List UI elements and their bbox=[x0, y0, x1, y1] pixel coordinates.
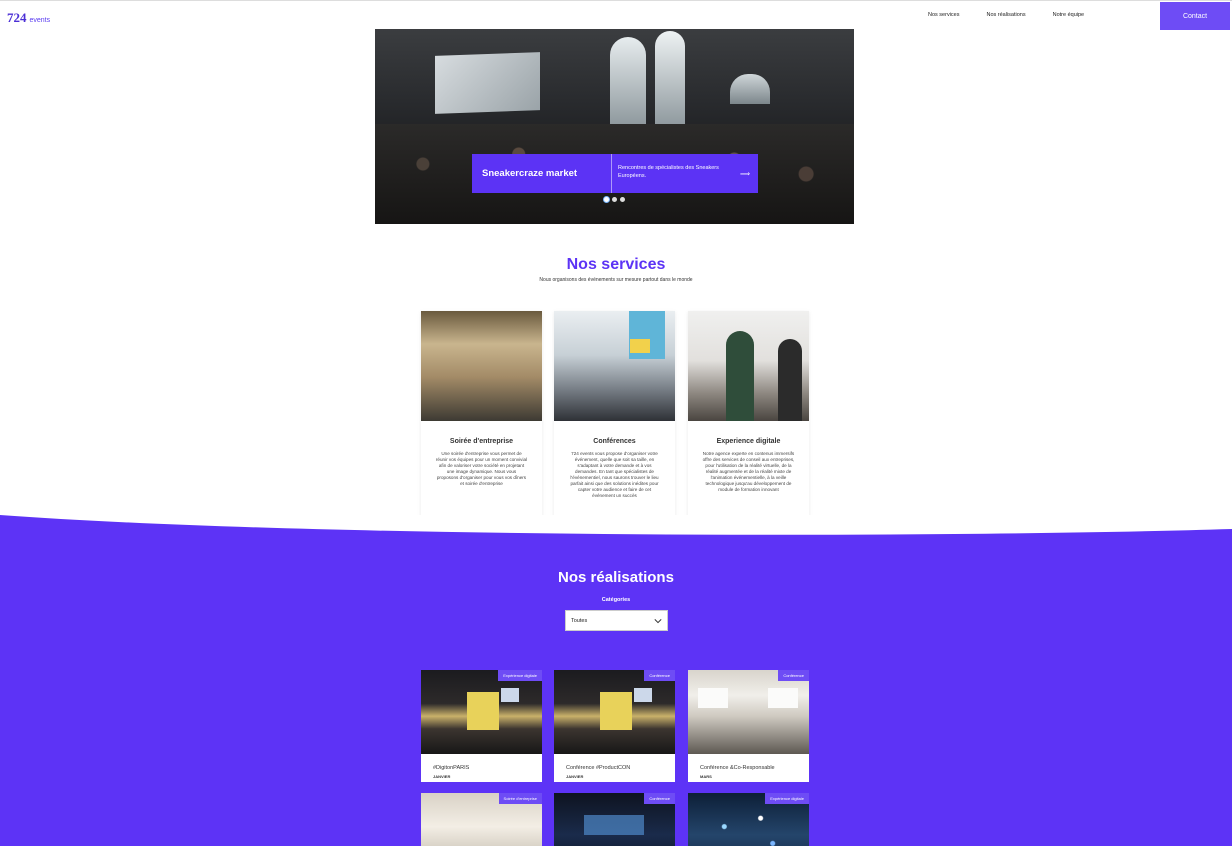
realisation-tag: Conférence bbox=[778, 670, 809, 681]
service-card[interactable]: Conférences 724 events vous propose d'or… bbox=[554, 311, 675, 520]
nav-link-services[interactable]: Nos services bbox=[928, 12, 959, 18]
realisation-name: Conférence #ProductCON bbox=[566, 765, 631, 771]
services-title: Nos services bbox=[566, 256, 666, 273]
realisation-date: MARS bbox=[700, 774, 712, 779]
carousel-dot-1[interactable] bbox=[604, 197, 609, 202]
category-select[interactable]: Toutes bbox=[565, 610, 668, 631]
realisation-image: Conférence bbox=[688, 670, 809, 754]
person-shape bbox=[778, 339, 802, 421]
realisation-image: Conférence bbox=[554, 793, 675, 846]
slide-caption-card[interactable]: Sneakercraze market Rencontres de spécia… bbox=[472, 154, 758, 193]
service-title: Experience digitale bbox=[716, 438, 781, 445]
realisations-title: Nos réalisations bbox=[558, 569, 674, 586]
carousel-dot-3[interactable] bbox=[620, 197, 625, 202]
realisation-tag: Expérience digitale bbox=[498, 670, 542, 681]
nav-link-team[interactable]: Notre équipe bbox=[1053, 12, 1085, 18]
realisation-image: Soirée d'entreprise bbox=[421, 793, 542, 846]
slide-title: Sneakercraze market bbox=[472, 154, 612, 193]
service-text: 724 events vous propose d'organiser votr… bbox=[570, 451, 659, 498]
service-image bbox=[688, 311, 809, 421]
hero-window bbox=[730, 74, 770, 104]
realisation-image: Expérience digitale bbox=[421, 670, 542, 754]
slide-description: Rencontres de spécialistes des Sneakers … bbox=[618, 165, 719, 179]
service-text: Une soirée d'entreprise vous permet de r… bbox=[435, 451, 528, 486]
service-title: Conférences bbox=[593, 438, 636, 445]
hero-window bbox=[610, 37, 646, 127]
screen-shape bbox=[698, 688, 728, 708]
service-card[interactable]: Soirée d'entreprise Une soirée d'entrepr… bbox=[421, 311, 542, 520]
section-wave-divider bbox=[0, 515, 1232, 535]
top-navigation-bar: 724 events Nos services Nos réalisations… bbox=[0, 0, 1232, 30]
nav-link-realisations[interactable]: Nos réalisations bbox=[986, 12, 1025, 18]
realisation-tag: Soirée d'entreprise bbox=[498, 793, 542, 804]
logo[interactable]: 724 events bbox=[7, 10, 50, 26]
hero-carousel: Sneakercraze market Rencontres de spécia… bbox=[375, 29, 854, 224]
service-text: Notre agence experte en contenus immersi… bbox=[702, 451, 795, 492]
poster-shape bbox=[600, 692, 632, 730]
realisation-card[interactable]: Expérience digitale #DigitonPARIS JANVIE… bbox=[421, 670, 542, 782]
logo-word: events bbox=[29, 17, 51, 24]
realisation-card[interactable]: Soirée d'entreprise bbox=[421, 793, 542, 846]
realisation-card[interactable]: Conférence Conférence #ProductCON JANVIE… bbox=[554, 670, 675, 782]
poster-shape bbox=[467, 692, 499, 730]
screen-shape bbox=[768, 688, 798, 708]
service-image bbox=[421, 311, 542, 421]
contact-button[interactable]: Contact bbox=[1160, 2, 1230, 30]
realisation-tag: Conférence bbox=[644, 670, 675, 681]
stage-shape bbox=[584, 815, 644, 835]
main-nav: Nos services Nos réalisations Notre équi… bbox=[928, 12, 1084, 18]
banner-shape bbox=[630, 339, 650, 353]
logo-number: 724 bbox=[7, 10, 27, 25]
category-select-value: Toutes bbox=[571, 617, 588, 624]
person-shape bbox=[726, 331, 754, 421]
realisation-name: #DigitonPARIS bbox=[433, 765, 470, 771]
hero-window bbox=[655, 31, 685, 127]
realisation-card[interactable]: Conférence Conférence &Co-Responsable MA… bbox=[688, 670, 809, 782]
realisation-card[interactable]: Conférence bbox=[554, 793, 675, 846]
realisation-tag: Conférence bbox=[644, 793, 675, 804]
realisation-card[interactable]: Expérience digitale bbox=[688, 793, 809, 846]
service-title: Soirée d'entreprise bbox=[449, 438, 514, 445]
categories-label: Catégories bbox=[601, 597, 631, 603]
realisation-image: Conférence bbox=[554, 670, 675, 754]
hero-projection-screen bbox=[435, 52, 540, 114]
realisation-image: Expérience digitale bbox=[688, 793, 809, 846]
screen-shape bbox=[634, 688, 652, 702]
realisation-name: Conférence &Co-Responsable bbox=[700, 765, 775, 771]
realisation-tag: Expérience digitale bbox=[765, 793, 809, 804]
carousel-dot-2[interactable] bbox=[612, 197, 617, 202]
chevron-down-icon bbox=[654, 618, 662, 623]
realisation-date: JANVIER bbox=[566, 774, 584, 779]
service-card[interactable]: Experience digitale Notre agence experte… bbox=[688, 311, 809, 520]
arrow-right-icon[interactable]: ⟹ bbox=[732, 154, 758, 193]
carousel-dots bbox=[604, 197, 625, 202]
service-image bbox=[554, 311, 675, 421]
screen-shape bbox=[501, 688, 519, 702]
services-subtitle: Nous organisons des événements sur mesur… bbox=[539, 277, 693, 283]
realisation-date: JANVIER bbox=[433, 774, 451, 779]
